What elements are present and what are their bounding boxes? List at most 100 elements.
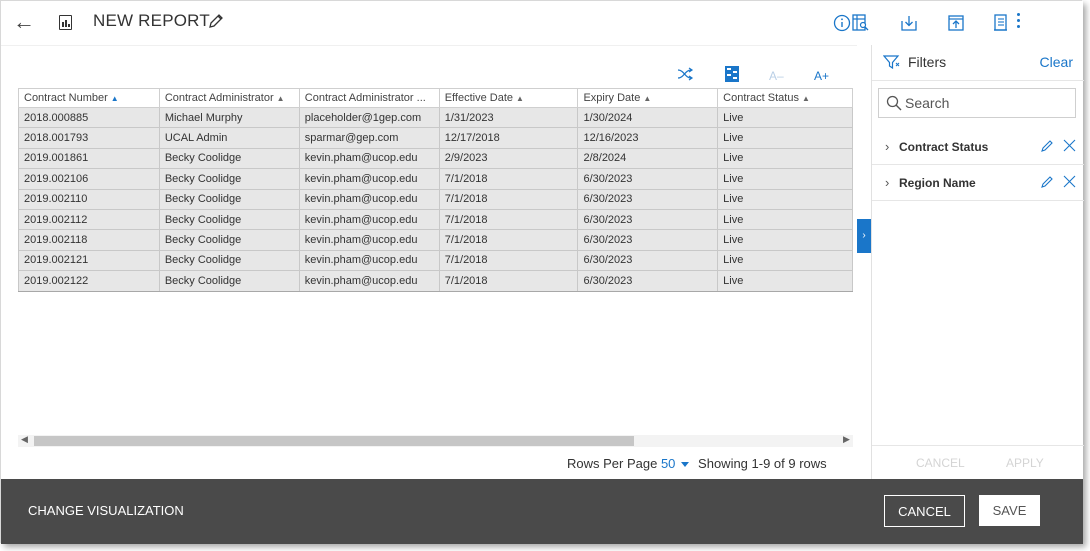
column-header[interactable]: Contract Administrator ... <box>299 88 440 108</box>
table-row[interactable]: 2019.002106 Becky Coolidge kevin.pham@ucop… <box>18 168 853 190</box>
table-cell: Michael Murphy <box>159 107 300 129</box>
scroll-right-icon[interactable]: ▶ <box>843 434 850 445</box>
table-cell: Live <box>717 168 853 190</box>
pencil-icon[interactable] <box>1040 175 1054 194</box>
table-cell: Live <box>717 189 853 210</box>
table-cell: 6/30/2023 <box>577 209 719 231</box>
column-header[interactable]: Effective Date ▲ <box>439 88 579 108</box>
column-header[interactable]: Contract Administrator ▲ <box>159 88 300 108</box>
rows-count: Showing 1-9 of 9 rows <box>698 456 827 471</box>
table-cell: Live <box>717 148 853 170</box>
table-cell: Becky Coolidge <box>159 229 300 251</box>
font-increase-button[interactable]: A+ <box>814 69 829 83</box>
table-cell: 2/8/2024 <box>577 148 719 170</box>
table-cell: 6/30/2023 <box>577 189 719 210</box>
search-icon <box>886 95 902 116</box>
horizontal-scrollbar[interactable]: ◀ ▶ <box>18 434 853 447</box>
table-cell: Live <box>717 270 853 292</box>
column-header[interactable]: Expiry Date ▲ <box>577 88 719 108</box>
download-icon[interactable] <box>899 13 919 33</box>
table-cell: 7/1/2018 <box>439 189 579 210</box>
table-row[interactable]: 2018.000885 Michael Murphy placeholder@1ge… <box>18 107 853 129</box>
save-button[interactable]: SAVE <box>979 495 1040 526</box>
clear-filters-link[interactable]: Clear <box>1040 54 1073 70</box>
filter-item-region-name[interactable]: › Region Name <box>872 165 1084 201</box>
table-cell: 2018.000885 <box>18 107 160 129</box>
collapse-panel-chevron-icon[interactable]: › <box>857 219 871 253</box>
table-cell: kevin.pham@ucop.edu <box>299 168 440 190</box>
table-row[interactable]: 2019.002110 Becky Coolidge kevin.pham@ucop… <box>18 189 853 210</box>
table-cell: kevin.pham@ucop.edu <box>299 229 440 251</box>
table-cell: 12/16/2023 <box>577 127 719 149</box>
table-cell: 6/30/2023 <box>577 168 719 190</box>
preview-icon[interactable] <box>850 13 870 33</box>
edit-title-icon[interactable] <box>207 12 225 35</box>
column-header[interactable]: Contract Number ▲ <box>18 88 160 108</box>
table-cell: 7/1/2018 <box>439 229 579 251</box>
table-cell: 6/30/2023 <box>577 270 719 292</box>
close-icon[interactable] <box>1062 138 1077 158</box>
filter-label: Region Name <box>899 176 976 190</box>
filter-apply-button[interactable]: APPLY <box>1006 456 1044 470</box>
table-cell: Live <box>717 107 853 129</box>
cancel-button[interactable]: CANCEL <box>884 495 965 527</box>
font-decrease-button[interactable]: A– <box>769 69 784 83</box>
chevron-right-icon[interactable]: › <box>885 139 889 154</box>
table-cell: placeholder@1gep.com <box>299 107 440 129</box>
page-title: NEW REPORT <box>93 11 210 30</box>
report-table: Contract Number ▲ Contract Administrator ▲… <box>18 88 853 292</box>
search-input[interactable] <box>905 94 1065 112</box>
table-cell: 2018.001793 <box>18 127 160 149</box>
table-cell: 7/1/2018 <box>439 250 579 272</box>
table-cell: Becky Coolidge <box>159 250 300 272</box>
table-cell: Live <box>717 127 853 149</box>
close-icon[interactable] <box>1062 174 1077 194</box>
info-icon[interactable] <box>832 13 852 33</box>
rows-per-page-caret-icon[interactable] <box>681 462 690 467</box>
pencil-icon[interactable] <box>1040 139 1054 158</box>
table-cell: 2019.002110 <box>18 189 160 210</box>
filter-item-contract-status[interactable]: › Contract Status <box>872 129 1084 165</box>
table-row[interactable]: 2018.001793 UCAL Admin sparmar@gep.com 12/1… <box>18 127 853 149</box>
more-vertical-icon[interactable] <box>1016 13 1022 31</box>
table-row[interactable]: 2019.001861 Becky Coolidge kevin.pham@ucop… <box>18 148 853 170</box>
table-cell: 12/17/2018 <box>439 127 579 149</box>
table-cell: Becky Coolidge <box>159 189 300 210</box>
table-row[interactable]: 2019.002121 Becky Coolidge kevin.pham@ucop… <box>18 250 853 272</box>
table-cell: kevin.pham@ucop.edu <box>299 209 440 231</box>
scroll-left-icon[interactable]: ◀ <box>21 434 28 445</box>
table-cell: 2019.002118 <box>18 229 160 251</box>
back-arrow-icon[interactable]: ← <box>13 9 35 35</box>
table-cell: Becky Coolidge <box>159 209 300 231</box>
table-cell: Becky Coolidge <box>159 148 300 170</box>
table-row[interactable]: 2019.002112 Becky Coolidge kevin.pham@ucop… <box>18 209 853 231</box>
rows-per-page-select[interactable]: 50 <box>661 456 675 471</box>
pagination: Rows Per Page 50 Showing 1-9 of 9 rows <box>567 456 827 471</box>
table-cell: 2019.002112 <box>18 209 160 231</box>
shuffle-columns-icon[interactable] <box>677 67 697 84</box>
filter-cancel-button[interactable]: CANCEL <box>916 456 965 470</box>
table-cell: 7/1/2018 <box>439 168 579 190</box>
header-bar: ← NEW REPORT <box>1 1 1083 45</box>
filters-panel: Filters Clear › Contract Status › Region… <box>871 45 1084 479</box>
table-row[interactable]: 2019.002122 Becky Coolidge kevin.pham@ucop… <box>18 270 853 292</box>
table-cell: Live <box>717 229 853 251</box>
grid-density-icon[interactable] <box>725 66 739 85</box>
table-cell: Becky Coolidge <box>159 168 300 190</box>
table-row[interactable]: 2019.002118 Becky Coolidge kevin.pham@ucop… <box>18 229 853 251</box>
column-header[interactable]: Contract Status ▲ <box>717 88 853 108</box>
table-cell: 2/9/2023 <box>439 148 579 170</box>
filters-header: Filters Clear <box>872 45 1084 81</box>
document-icon[interactable] <box>991 13 1011 33</box>
scrollbar-thumb[interactable] <box>34 436 634 446</box>
table-cell: Live <box>717 250 853 272</box>
chevron-right-icon[interactable]: › <box>885 175 889 190</box>
change-visualization-button[interactable]: CHANGE VISUALIZATION <box>28 503 184 518</box>
upload-icon[interactable] <box>946 13 966 33</box>
table-cell: 2019.001861 <box>18 148 160 170</box>
filter-label: Contract Status <box>899 140 989 154</box>
table-cell: 2019.002122 <box>18 270 160 292</box>
table-cell: 6/30/2023 <box>577 250 719 272</box>
table-cell: kevin.pham@ucop.edu <box>299 250 440 272</box>
table-cell: 7/1/2018 <box>439 209 579 231</box>
